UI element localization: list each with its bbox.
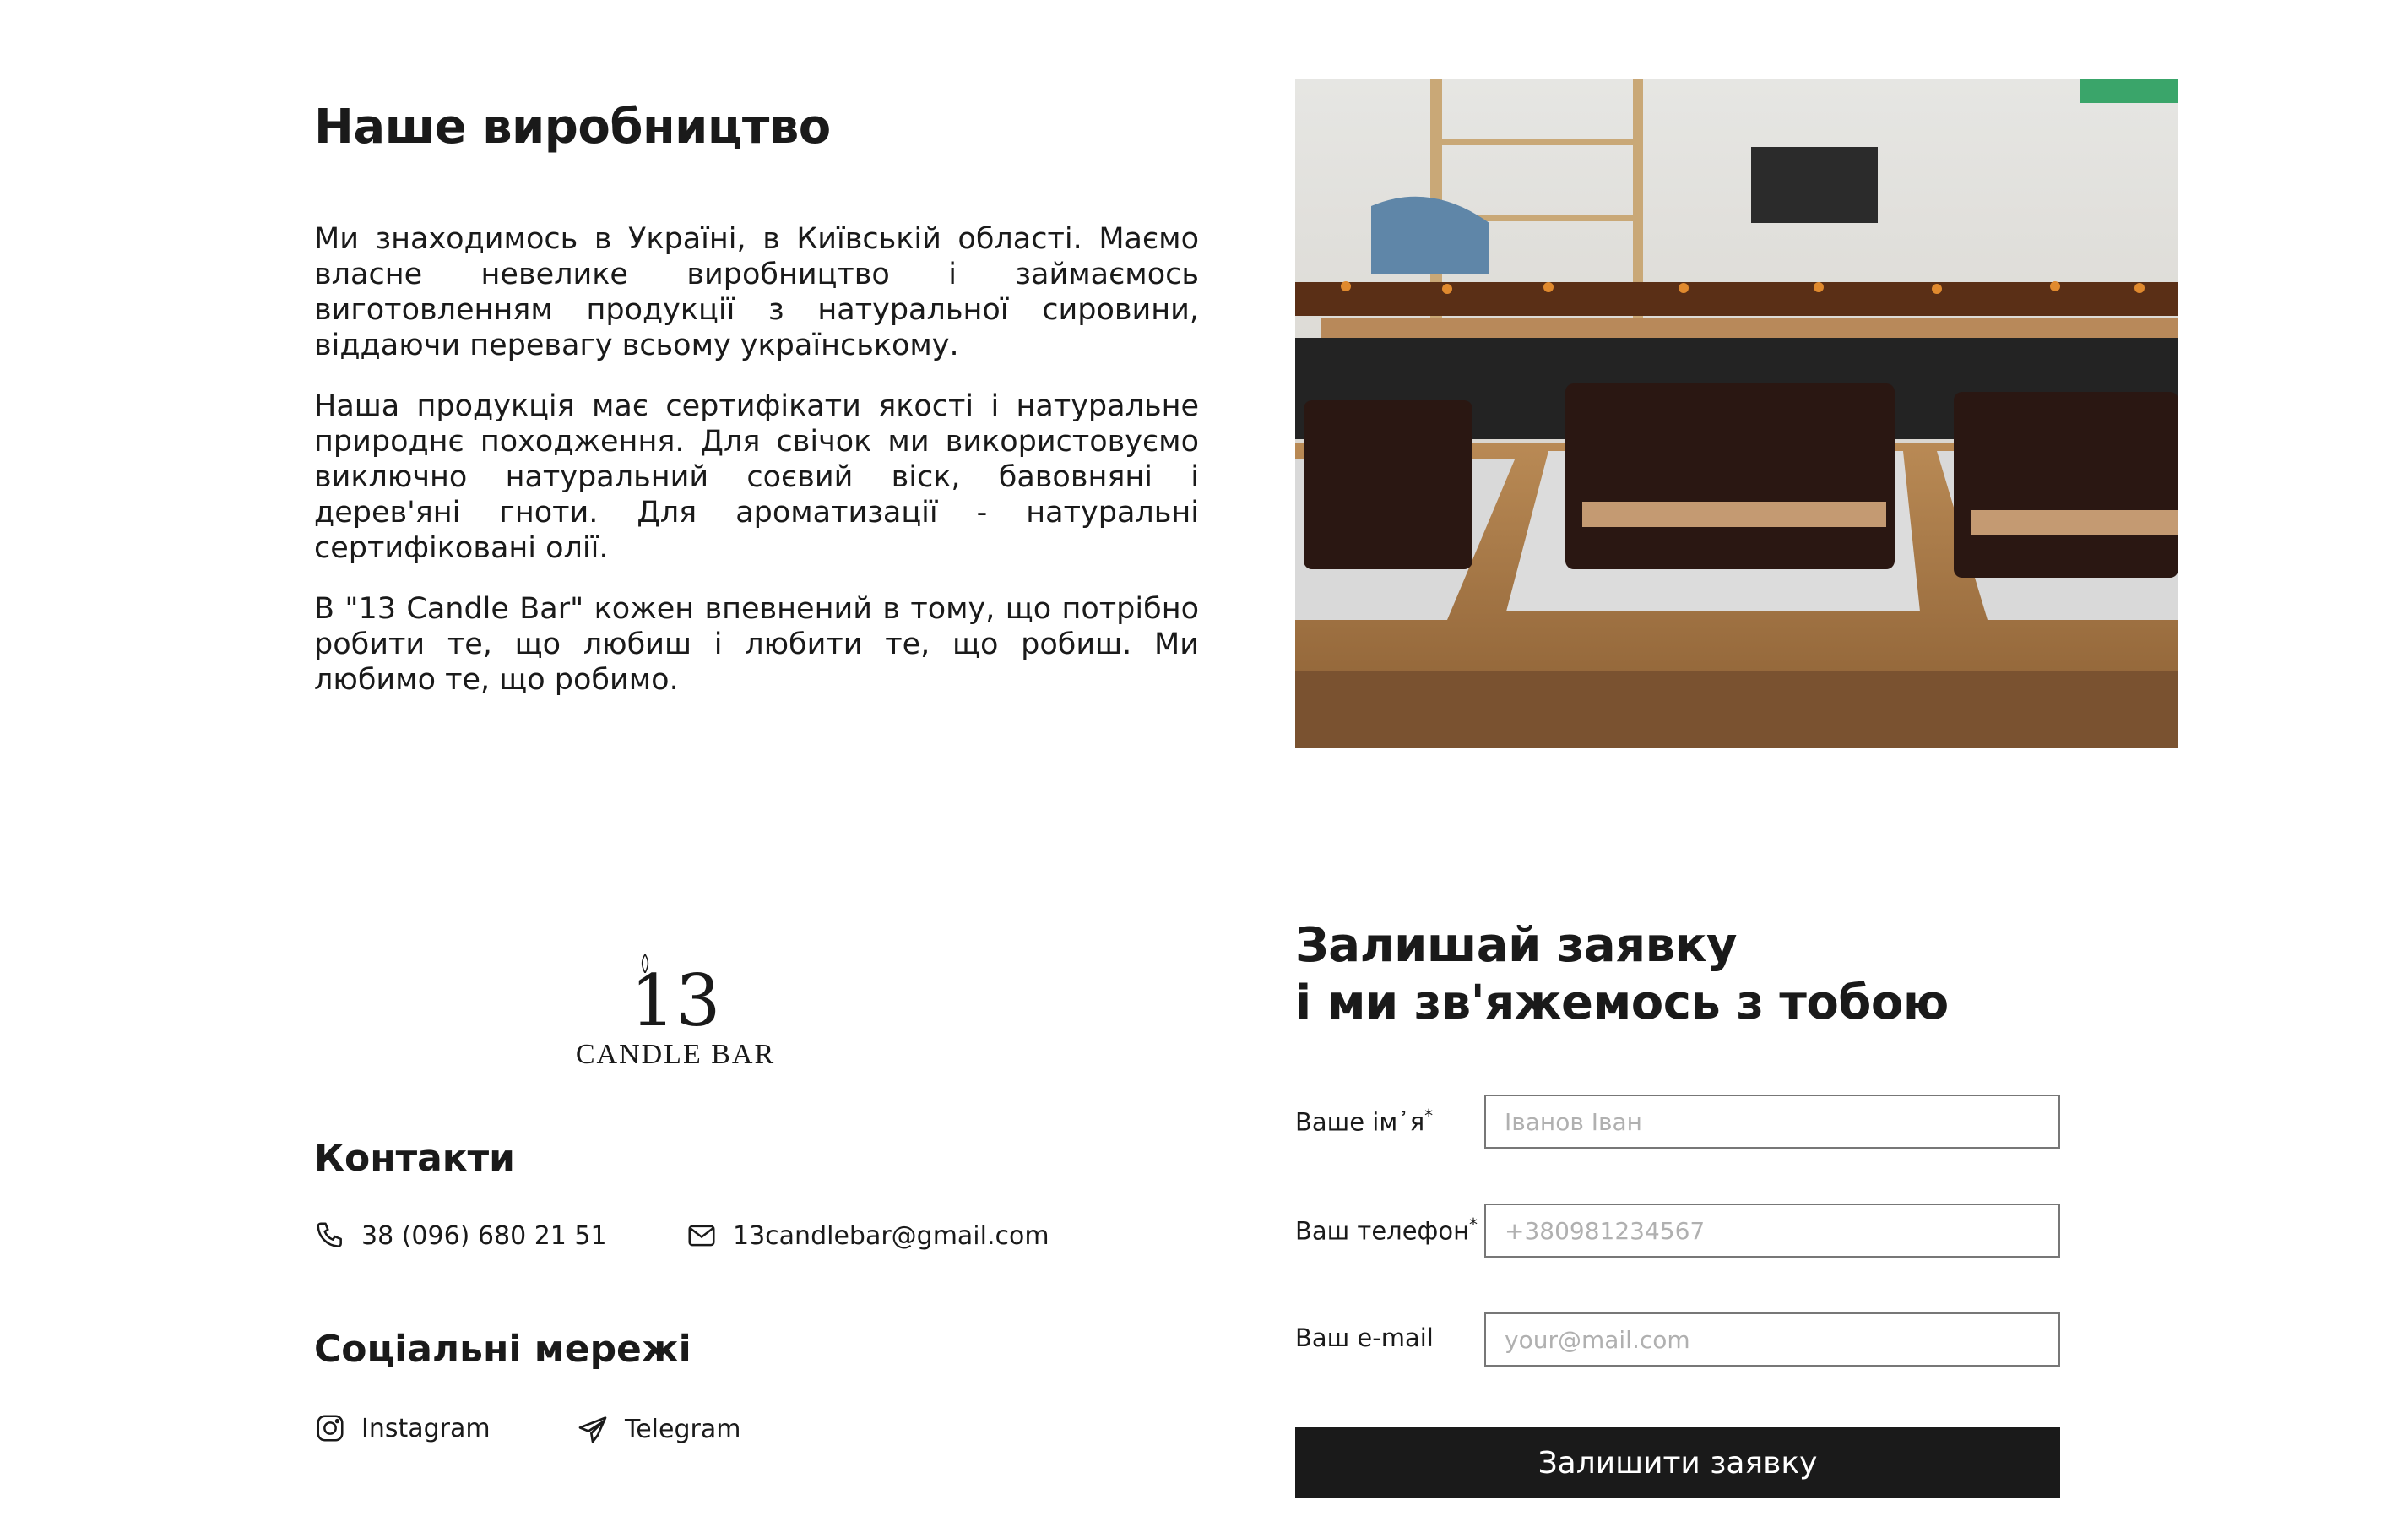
form-title-line2: і ми зв'яжемось з тобою: [1295, 975, 1949, 1030]
instagram-link[interactable]: Instagram: [314, 1412, 491, 1444]
phone-number: 38 (096) 680 21 51: [361, 1220, 607, 1251]
production-photo: [1295, 79, 2178, 748]
phone-label-text: Ваш телефон: [1295, 1216, 1470, 1246]
production-title: Наше виробництво: [314, 100, 831, 155]
form-title: Залишай заявку і ми зв'яжемось з тобою: [1295, 917, 1949, 1032]
email-address: 13candlebar@gmail.com: [733, 1220, 1049, 1251]
production-paragraph: В "13 Candle Bar" кожен впевнений в тому…: [314, 592, 1199, 697]
phone-link[interactable]: 38 (096) 680 21 51: [314, 1220, 607, 1252]
email-label-text: Ваш e-mail: [1295, 1323, 1434, 1352]
name-label: Ваше ім᾽я*: [1295, 1106, 1433, 1137]
social-title: Соціальні мережі: [314, 1328, 691, 1371]
required-mark: *: [1469, 1215, 1478, 1235]
telegram-link[interactable]: Telegram: [576, 1412, 740, 1446]
form-title-line1: Залишай заявку: [1295, 918, 1738, 973]
brand-logo: 13 CANDLE BAR: [557, 954, 794, 1071]
phone-label: Ваш телефон*: [1295, 1215, 1478, 1246]
required-mark: *: [1424, 1106, 1434, 1126]
candle-flame-icon: [641, 954, 648, 973]
name-input[interactable]: [1484, 1095, 2060, 1149]
production-paragraph: Ми знаходимось в Україні, в Київській об…: [314, 222, 1199, 362]
email-input[interactable]: [1484, 1312, 2060, 1367]
instagram-label: Instagram: [361, 1413, 491, 1443]
production-description: Ми знаходимось в Україні, в Київській об…: [314, 221, 1199, 723]
contacts-title: Контакти: [314, 1137, 515, 1180]
submit-button[interactable]: Залишити заявку: [1295, 1427, 2060, 1498]
logo-name: CANDLE BAR: [575, 1039, 776, 1070]
phone-input[interactable]: [1484, 1204, 2060, 1258]
mail-icon: [686, 1220, 718, 1252]
telegram-icon: [576, 1412, 610, 1446]
email-label: Ваш e-mail: [1295, 1323, 1434, 1352]
email-link[interactable]: 13candlebar@gmail.com: [686, 1220, 1049, 1252]
name-label-text: Ваше ім᾽я: [1295, 1107, 1425, 1137]
instagram-icon: [314, 1412, 346, 1444]
telegram-label: Telegram: [625, 1414, 741, 1444]
production-paragraph: Наша продукція має сертифікати якості і …: [314, 389, 1199, 565]
phone-icon: [314, 1220, 346, 1252]
